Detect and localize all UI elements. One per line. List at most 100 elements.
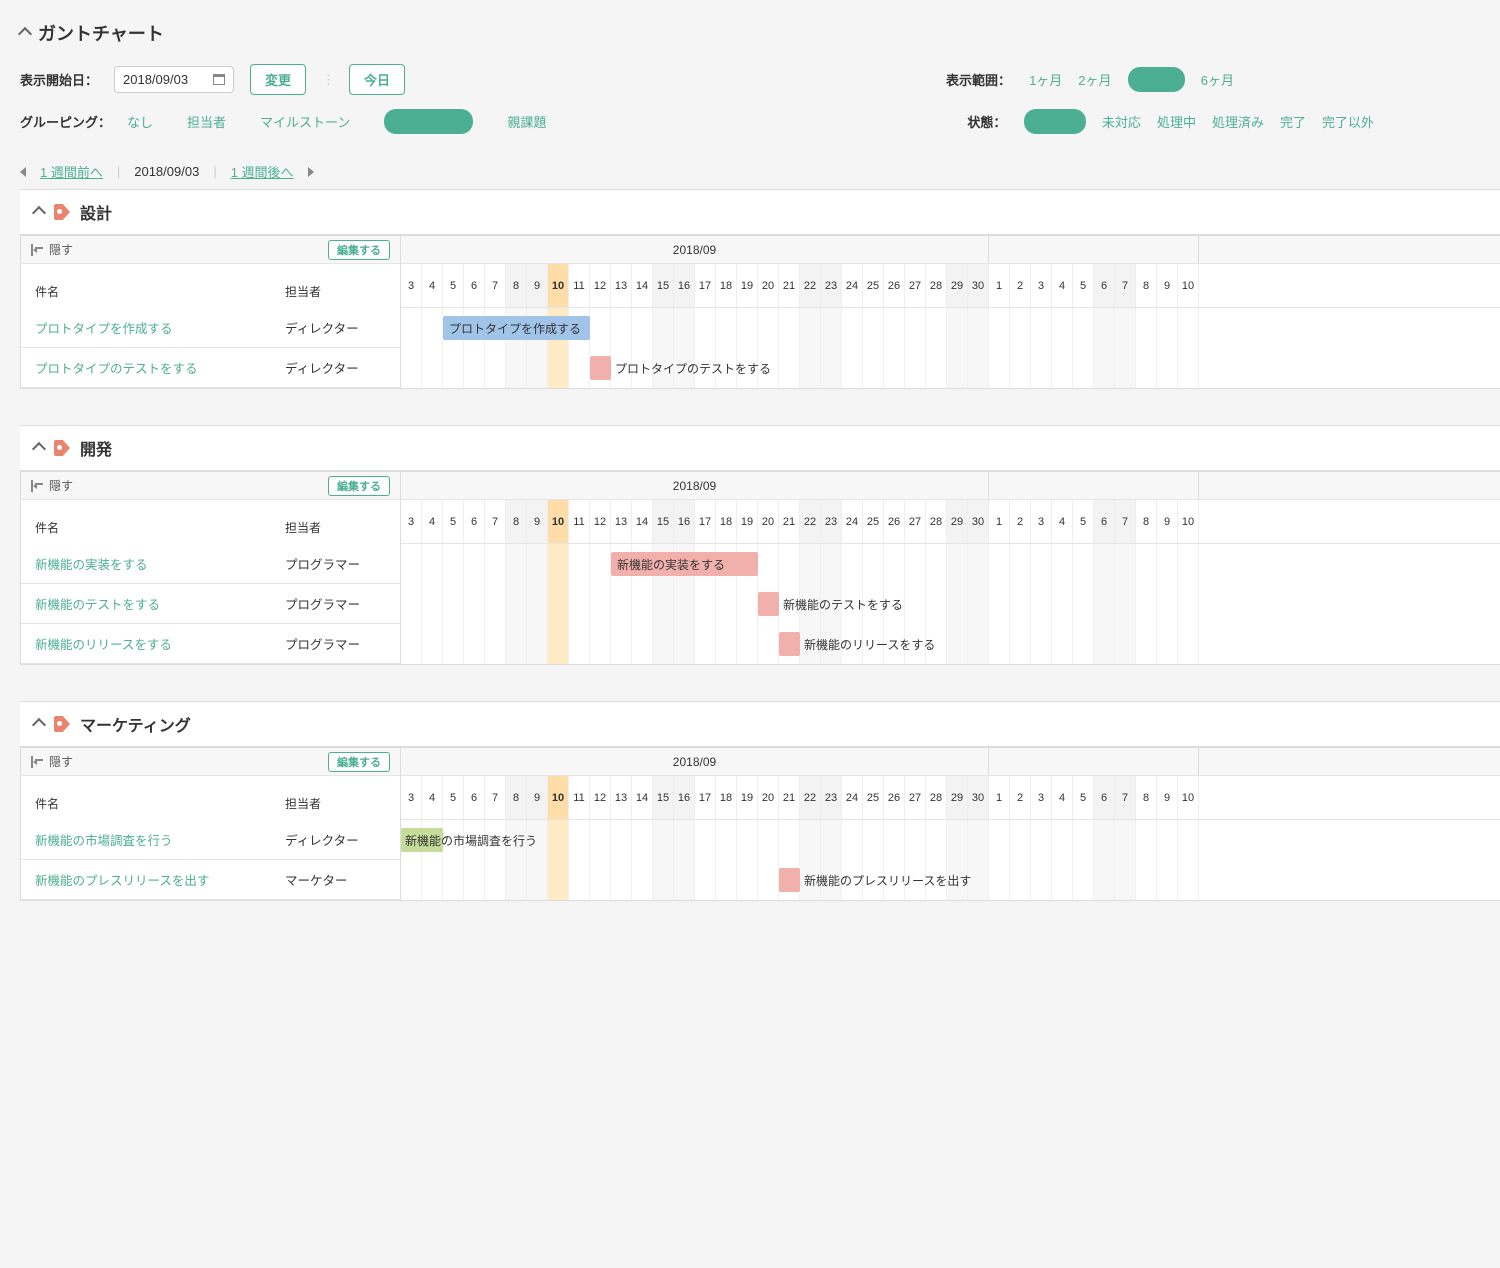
gantt-table: 隠す 編集する 件名 担当者 プロトタイプを作成する ディレクター プロトタイプ…	[20, 235, 1500, 389]
row-subject[interactable]: 新機能のリリースをする	[35, 634, 285, 653]
day-header: 3456789101112131415161718192021222324252…	[401, 264, 1500, 308]
gantt-row: プロトタイプのテストをする	[401, 348, 1500, 388]
day-header-cell: 25	[863, 500, 884, 543]
gantt-bar[interactable]	[779, 868, 800, 892]
day-header-cell: 9	[527, 776, 548, 819]
day-header-cell: 5	[443, 264, 464, 307]
group-header[interactable]: マーケティング	[20, 701, 1500, 747]
week-next-link[interactable]: 1 週間後へ	[231, 162, 294, 181]
group-header[interactable]: 設計	[20, 189, 1500, 235]
day-header-cell: 29	[947, 264, 968, 307]
right-pane[interactable]: 2018/09 34567891011121314151617181920212…	[401, 472, 1500, 664]
status-option[interactable]: 完了以外	[1322, 115, 1374, 130]
right-pane[interactable]: 2018/09 34567891011121314151617181920212…	[401, 236, 1500, 388]
arrow-right-icon[interactable]	[308, 167, 314, 177]
gantt-table: 隠す 編集する 件名 担当者 新機能の実装をする プログラマー 新機能のテストを…	[20, 471, 1500, 665]
status-option[interactable]: 処理済み	[1212, 115, 1264, 130]
row-subject[interactable]: プロトタイプを作成する	[35, 318, 285, 337]
start-date-input[interactable]: 2018/09/03	[114, 66, 234, 93]
row-subject[interactable]: 新機能のテストをする	[35, 594, 285, 613]
week-prev-link[interactable]: 1 週間前へ	[40, 162, 103, 181]
status-option[interactable]: すべて	[1024, 109, 1086, 134]
day-header-cell: 25	[863, 776, 884, 819]
category-group: 開発 隠す 編集する 件名 担当者 新機能の実装をする プログラマー 新機能のテ…	[20, 425, 1500, 665]
collapse-icon[interactable]	[32, 718, 46, 732]
row-subject[interactable]: 新機能のプレスリリースを出す	[35, 870, 285, 889]
gantt-bar[interactable]	[590, 356, 611, 380]
day-header-cell: 9	[1157, 264, 1178, 307]
day-header-cell: 10	[548, 500, 569, 543]
day-header-cell: 1	[989, 264, 1010, 307]
hide-button[interactable]: 隠す	[31, 477, 73, 494]
day-header-cell: 23	[821, 776, 842, 819]
day-header-cell: 28	[926, 500, 947, 543]
row-assignee: プログラマー	[285, 594, 400, 613]
table-row: プロトタイプのテストをする ディレクター	[21, 348, 400, 388]
day-header-cell: 14	[632, 264, 653, 307]
status-option[interactable]: 処理中	[1157, 115, 1196, 130]
gantt-bar[interactable]	[779, 632, 800, 656]
day-header-cell: 12	[590, 264, 611, 307]
day-header-cell: 9	[527, 500, 548, 543]
group-header[interactable]: 開発	[20, 425, 1500, 471]
range-option[interactable]: 1ヶ月	[1029, 73, 1062, 88]
day-header-cell: 5	[1073, 776, 1094, 819]
grouping-option[interactable]: カテゴリー	[384, 109, 473, 134]
day-header-cell: 17	[695, 264, 716, 307]
day-header-cell: 10	[1178, 776, 1199, 819]
status-option[interactable]: 完了	[1280, 115, 1306, 130]
edit-button[interactable]: 編集する	[328, 240, 390, 260]
collapse-icon[interactable]	[32, 442, 46, 456]
right-pane[interactable]: 2018/09 34567891011121314151617181920212…	[401, 748, 1500, 900]
row-subject[interactable]: 新機能の実装をする	[35, 554, 285, 573]
day-header-cell: 4	[1052, 264, 1073, 307]
day-header-cell: 16	[674, 500, 695, 543]
range-option[interactable]: 3ヶ月	[1128, 67, 1185, 92]
grouping-label: グルーピング：	[20, 112, 111, 131]
arrow-left-icon[interactable]	[20, 167, 26, 177]
gantt-bar-label: 新機能のテストをする	[783, 592, 903, 616]
left-pane: 隠す 編集する 件名 担当者 新機能の実装をする プログラマー 新機能のテストを…	[21, 472, 401, 664]
day-header-cell: 27	[905, 264, 926, 307]
tag-icon	[54, 204, 70, 220]
gantt-bar[interactable]: プロトタイプを作成する	[443, 316, 590, 340]
grouping-option[interactable]: なし	[127, 112, 153, 131]
day-header-cell: 4	[422, 500, 443, 543]
day-header-cell: 8	[1136, 264, 1157, 307]
gantt-bar[interactable]	[758, 592, 779, 616]
range-option[interactable]: 2ヶ月	[1078, 73, 1111, 88]
today-button[interactable]: 今日	[349, 64, 405, 95]
range-option[interactable]: 6ヶ月	[1201, 73, 1234, 88]
day-header-cell: 2	[1010, 264, 1031, 307]
grouping-option[interactable]: 担当者	[187, 112, 226, 131]
day-header-cell: 17	[695, 776, 716, 819]
grouping-option[interactable]: マイルストーン	[260, 112, 350, 131]
hide-button[interactable]: 隠す	[31, 753, 73, 770]
row-subject[interactable]: プロトタイプのテストをする	[35, 358, 285, 377]
day-header-cell: 5	[443, 500, 464, 543]
start-date-value: 2018/09/03	[123, 72, 188, 87]
hide-button[interactable]: 隠す	[31, 241, 73, 258]
row-subject[interactable]: 新機能の市場調査を行う	[35, 830, 285, 849]
table-row: 新機能の市場調査を行う ディレクター	[21, 820, 400, 860]
collapse-icon[interactable]	[18, 27, 32, 41]
gantt-table: 隠す 編集する 件名 担当者 新機能の市場調査を行う ディレクター 新機能のプレ…	[20, 747, 1500, 901]
category-group: 設計 隠す 編集する 件名 担当者 プロトタイプを作成する ディレクター プロト…	[20, 189, 1500, 389]
hide-icon	[31, 756, 43, 768]
day-header-cell: 23	[821, 500, 842, 543]
edit-button[interactable]: 編集する	[328, 752, 390, 772]
edit-button[interactable]: 編集する	[328, 476, 390, 496]
change-button[interactable]: 変更	[250, 64, 306, 95]
day-header-cell: 14	[632, 500, 653, 543]
day-header-cell: 6	[1094, 500, 1115, 543]
day-header-cell: 13	[611, 776, 632, 819]
grouping-option[interactable]: 親課題	[507, 112, 546, 131]
day-header-cell: 19	[737, 776, 758, 819]
gantt-bar[interactable]: 新機能の実装をする	[611, 552, 758, 576]
gantt-bar-label: 新機能のリリースをする	[804, 632, 935, 656]
collapse-icon[interactable]	[32, 206, 46, 220]
status-option[interactable]: 未対応	[1102, 115, 1141, 130]
day-header-cell: 8	[1136, 776, 1157, 819]
week-date: 2018/09/03	[134, 164, 199, 179]
day-header-cell: 17	[695, 500, 716, 543]
